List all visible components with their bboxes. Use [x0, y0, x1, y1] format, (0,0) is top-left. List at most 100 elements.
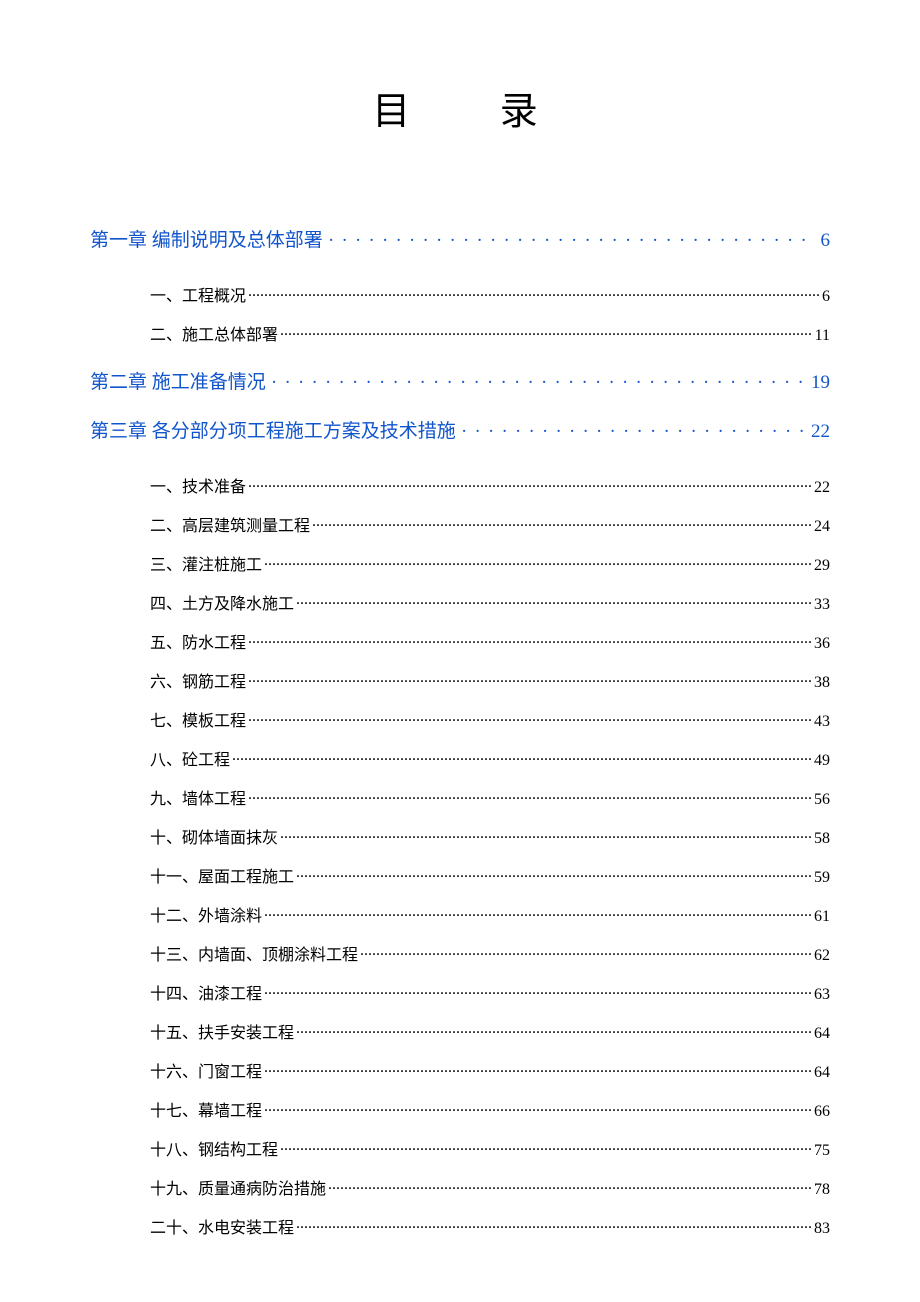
toc-sub-label: 一、技术准备	[150, 473, 246, 497]
toc-leader-dots	[248, 788, 812, 804]
toc-sub-entry[interactable]: 四、土方及降水施工 33	[90, 590, 830, 614]
toc-sub-page: 62	[814, 947, 830, 965]
toc-sub-label: 二、高层建筑测量工程	[150, 512, 310, 536]
toc-sub-label: 二、施工总体部署	[150, 321, 278, 345]
toc-sub-label: 十四、油漆工程	[150, 980, 262, 1004]
toc-sub-entry[interactable]: 十一、屋面工程施工 59	[90, 863, 830, 887]
toc-sub-entry[interactable]: 九、墙体工程 56	[90, 785, 830, 809]
toc-sub-label: 十九、质量通病防治措施	[150, 1175, 326, 1199]
toc-leader-dots	[264, 1061, 812, 1077]
toc-leader-dots	[280, 324, 813, 340]
toc-chapter-page: 6	[821, 230, 831, 252]
toc-sub-page: 64	[814, 1025, 830, 1043]
toc-sub-page: 63	[814, 986, 830, 1004]
toc-sub-entry[interactable]: 十三、内墙面、顶棚涂料工程 62	[90, 941, 830, 965]
toc-leader-dots	[296, 866, 812, 882]
toc-leader-dots	[296, 1217, 812, 1233]
toc-sub-label: 十一、屋面工程施工	[150, 863, 294, 887]
toc-sub-entry[interactable]: 十、砌体墙面抹灰 58	[90, 824, 830, 848]
toc-sub-entry[interactable]: 二十、水电安装工程 83	[90, 1214, 830, 1238]
toc-sub-entry[interactable]: 十八、钢结构工程 75	[90, 1136, 830, 1160]
toc-sub-page: 64	[814, 1064, 830, 1082]
toc-leader-dots	[272, 367, 805, 386]
toc-leader-dots	[264, 1100, 812, 1116]
toc-sub-entry[interactable]: 三、灌注桩施工 29	[90, 551, 830, 575]
toc-sub-label: 十、砌体墙面抹灰	[150, 824, 278, 848]
toc-sub-label: 十三、内墙面、顶棚涂料工程	[150, 941, 358, 965]
toc-leader-dots	[264, 905, 812, 921]
toc-sub-entry[interactable]: 十七、幕墙工程 66	[90, 1097, 830, 1121]
toc-sub-entry[interactable]: 十二、外墙涂料 61	[90, 902, 830, 926]
toc-sub-page: 75	[814, 1142, 830, 1160]
toc-leader-dots	[296, 1022, 812, 1038]
toc-sub-entry[interactable]: 一、工程概况 6	[90, 282, 830, 306]
toc-sub-page: 29	[814, 557, 830, 575]
toc-sub-label: 八、砼工程	[150, 746, 230, 770]
toc-sub-page: 33	[814, 596, 830, 614]
toc-sub-label: 五、防水工程	[150, 629, 246, 653]
toc-sub-label: 六、钢筋工程	[150, 668, 246, 692]
toc-sub-page: 83	[814, 1220, 830, 1238]
toc-sub-entry[interactable]: 七、模板工程 43	[90, 707, 830, 731]
toc-sub-label: 十二、外墙涂料	[150, 902, 262, 926]
toc-leader-dots	[248, 632, 812, 648]
toc-leader-dots	[248, 285, 820, 301]
toc-sub-page: 61	[814, 908, 830, 926]
toc-sub-page: 24	[814, 518, 830, 536]
toc-leader-dots	[462, 416, 805, 435]
toc-leader-dots	[280, 1139, 812, 1155]
toc-sub-entry[interactable]: 六、钢筋工程 38	[90, 668, 830, 692]
toc-chapter-label: 第一章 编制说明及总体部署	[90, 225, 323, 252]
toc-sub-entry[interactable]: 二、高层建筑测量工程 24	[90, 512, 830, 536]
toc-sub-label: 十六、门窗工程	[150, 1058, 262, 1082]
toc-leader-dots	[232, 749, 812, 765]
toc-sub-label: 十八、钢结构工程	[150, 1136, 278, 1160]
toc-leader-dots	[248, 671, 812, 687]
toc-sub-page: 49	[814, 752, 830, 770]
toc-sub-entry[interactable]: 十九、质量通病防治措施 78	[90, 1175, 830, 1199]
toc-sub-label: 四、土方及降水施工	[150, 590, 294, 614]
toc-sub-entry[interactable]: 十五、扶手安装工程 64	[90, 1019, 830, 1043]
toc-sub-page: 78	[814, 1181, 830, 1199]
toc-leader-dots	[360, 944, 812, 960]
toc-sub-label: 十七、幕墙工程	[150, 1097, 262, 1121]
toc-chapter-entry[interactable]: 第二章 施工准备情况 19	[90, 367, 830, 394]
toc-sub-label: 三、灌注桩施工	[150, 551, 262, 575]
toc-sub-label: 一、工程概况	[150, 282, 246, 306]
toc-chapter-entry[interactable]: 第三章 各分部分项工程施工方案及技术措施 22	[90, 416, 830, 443]
page-title: 目 录	[90, 80, 830, 135]
toc-sub-label: 九、墙体工程	[150, 785, 246, 809]
toc-sub-label: 七、模板工程	[150, 707, 246, 731]
toc-sub-page: 36	[814, 635, 830, 653]
toc-chapter-label: 第二章 施工准备情况	[90, 367, 266, 394]
toc-sub-page: 58	[814, 830, 830, 848]
toc-leader-dots	[264, 554, 812, 570]
toc-sub-page: 43	[814, 713, 830, 731]
toc-leader-dots	[248, 476, 812, 492]
toc-leader-dots	[329, 225, 815, 244]
toc-leader-dots	[296, 593, 812, 609]
toc-sub-page: 66	[814, 1103, 830, 1121]
toc-sub-entry[interactable]: 一、技术准备 22	[90, 473, 830, 497]
toc-leader-dots	[264, 983, 812, 999]
toc-sub-label: 十五、扶手安装工程	[150, 1019, 294, 1043]
toc-leader-dots	[328, 1178, 812, 1194]
toc-sub-page: 6	[822, 288, 830, 306]
toc-leader-dots	[312, 515, 812, 531]
toc-sub-entry[interactable]: 十六、门窗工程 64	[90, 1058, 830, 1082]
toc-sub-label: 二十、水电安装工程	[150, 1214, 294, 1238]
toc-chapter-page: 22	[811, 421, 830, 443]
toc-sub-page: 56	[814, 791, 830, 809]
toc-chapter-page: 19	[811, 372, 830, 394]
toc-chapter-entry[interactable]: 第一章 编制说明及总体部署 6	[90, 225, 830, 252]
toc-sub-entry[interactable]: 五、防水工程 36	[90, 629, 830, 653]
toc-chapter-label: 第三章 各分部分项工程施工方案及技术措施	[90, 416, 456, 443]
toc-sub-page: 59	[814, 869, 830, 887]
toc-sub-page: 22	[814, 479, 830, 497]
toc-leader-dots	[248, 710, 812, 726]
toc-leader-dots	[280, 827, 812, 843]
toc-sub-entry[interactable]: 十四、油漆工程 63	[90, 980, 830, 1004]
toc-sub-entry[interactable]: 八、砼工程 49	[90, 746, 830, 770]
toc-sub-page: 11	[815, 327, 830, 345]
toc-sub-entry[interactable]: 二、施工总体部署 11	[90, 321, 830, 345]
